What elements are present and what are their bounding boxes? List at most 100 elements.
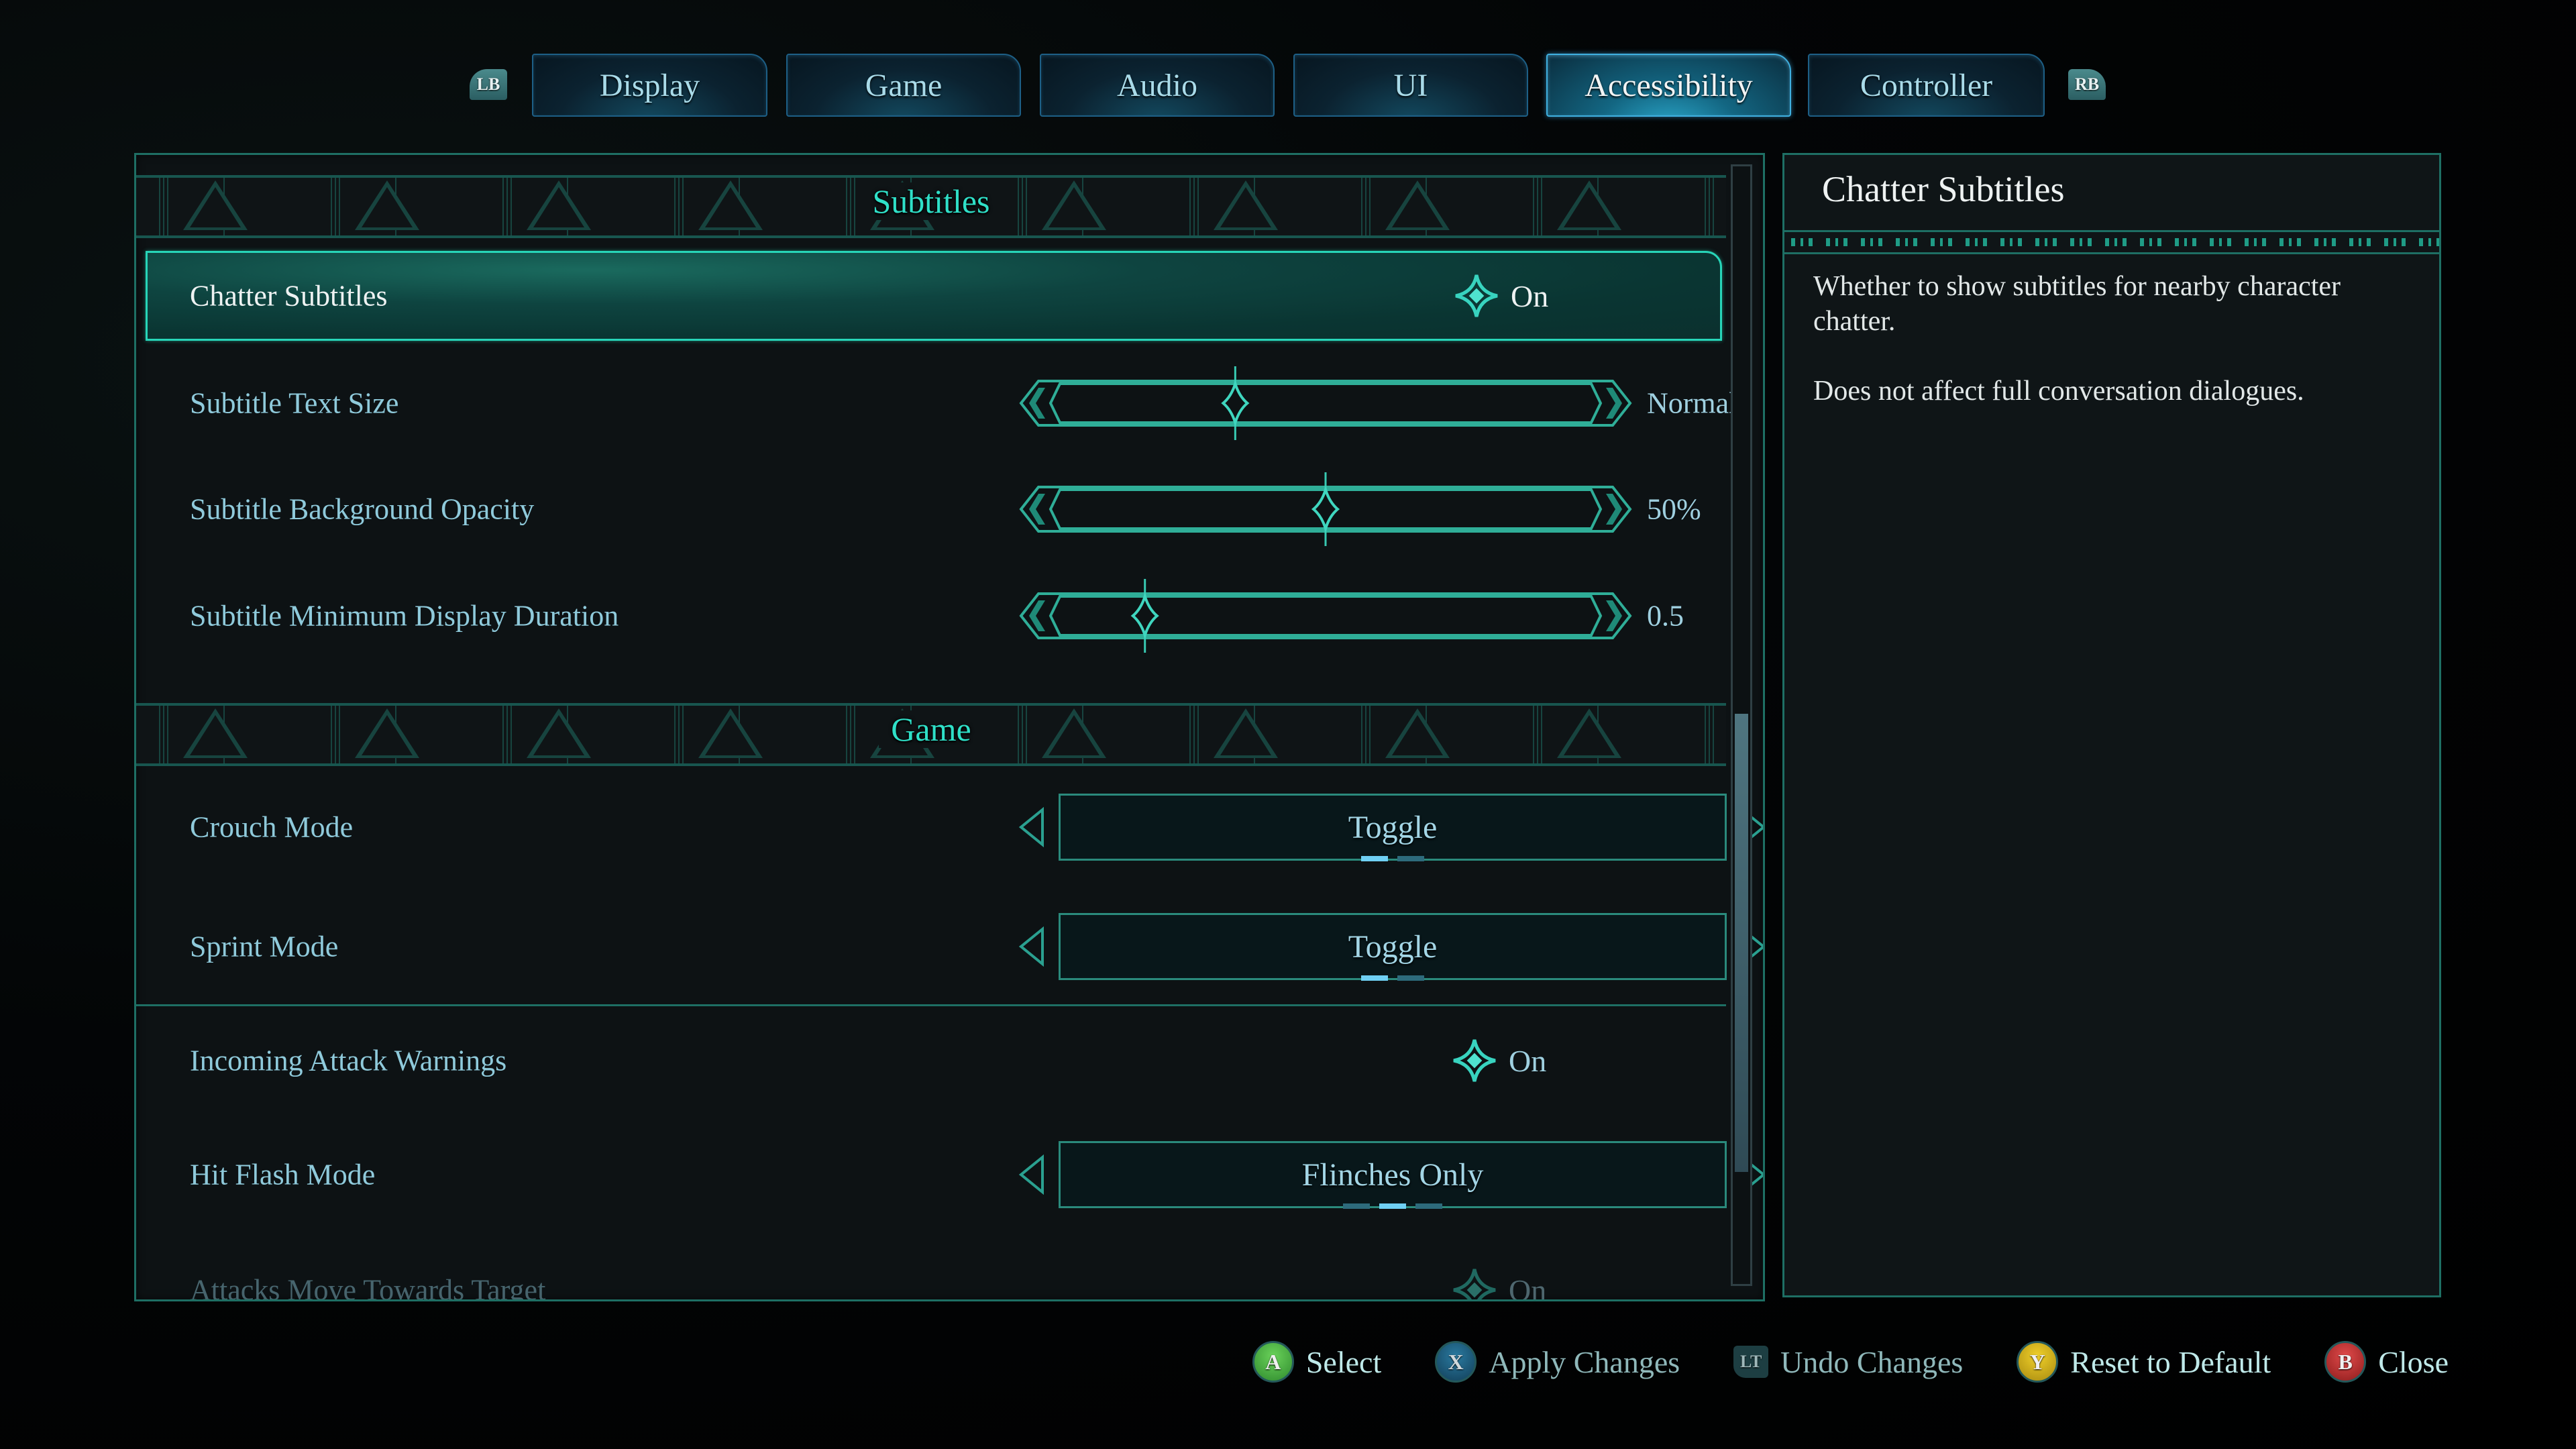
slider-track[interactable]: [1018, 579, 1633, 653]
setting-row-attacks-move-towards-target[interactable]: Attacks Move Towards Target On: [136, 1250, 1726, 1301]
selector-value-box: Toggle: [1059, 794, 1727, 861]
diamond-toggle-icon: [1455, 274, 1498, 317]
section-divider: [136, 1004, 1726, 1006]
arrow-left-icon[interactable]: [1018, 807, 1045, 847]
option-dot: [1343, 1203, 1370, 1209]
toggle-attacks-move-towards-target[interactable]: On: [1451, 1267, 1547, 1301]
diamond-toggle-icon: [1453, 1039, 1496, 1082]
hint-apply-changes[interactable]: X Apply Changes: [1435, 1341, 1680, 1383]
slider-value: 0.5: [1647, 599, 1684, 633]
slider-increase-icon: [1606, 600, 1622, 631]
setting-label: Incoming Attack Warnings: [190, 1044, 507, 1077]
a-button-icon: A: [1252, 1341, 1294, 1383]
setting-row-hit-flash-mode[interactable]: Hit Flash Mode Flinches Only: [136, 1134, 1763, 1215]
y-button-icon: Y: [2017, 1341, 2059, 1383]
slider-subtitle-min-display-duration[interactable]: [1018, 579, 1633, 653]
arrow-left-icon[interactable]: [1018, 1155, 1045, 1195]
decorative-dotted-band: [1784, 230, 2439, 254]
setting-row-subtitle-background-opacity[interactable]: Subtitle Background Opacity 50%: [136, 469, 1726, 549]
settings-scrollbar[interactable]: [1731, 164, 1752, 1286]
scrollbar-thumb[interactable]: [1735, 714, 1748, 1173]
slider-track[interactable]: [1018, 472, 1633, 546]
selector-value: Flinches Only: [1301, 1157, 1484, 1193]
b-button-icon: B: [2324, 1341, 2367, 1383]
diamond-toggle-icon: [1453, 1269, 1496, 1299]
toggle-chatter-subtitles[interactable]: On: [1453, 272, 1548, 319]
description-title: Chatter Subtitles: [1822, 169, 2065, 209]
hint-undo-changes[interactable]: LT Undo Changes: [1733, 1344, 1963, 1380]
hint-label: Apply Changes: [1489, 1344, 1680, 1379]
arrow-left-icon[interactable]: [1018, 926, 1045, 967]
toggle-value: On: [1509, 1273, 1547, 1301]
settings-list-panel: Subtitles Chatter Subtitles On Subtitle …: [134, 153, 1765, 1301]
option-dot: [1379, 1203, 1406, 1209]
x-button-icon: X: [1435, 1341, 1477, 1383]
setting-row-sprint-mode[interactable]: Sprint Mode Toggle: [136, 906, 1763, 987]
description-panel: Chatter Subtitles Whether to show subtit…: [1782, 153, 2441, 1297]
selector-crouch-mode[interactable]: Toggle: [1018, 794, 1763, 861]
setting-row-crouch-mode[interactable]: Crouch Mode Toggle: [136, 787, 1763, 867]
setting-label: Subtitle Text Size: [190, 386, 399, 420]
hint-label: Undo Changes: [1780, 1344, 1964, 1379]
hint-label: Close: [2378, 1344, 2449, 1379]
description-paragraph: Does not affect full conversation dialog…: [1813, 376, 2304, 407]
toggle-value: On: [1511, 278, 1549, 313]
lt-trigger-icon: LT: [1733, 1346, 1769, 1378]
setting-label: Subtitle Minimum Display Duration: [190, 599, 619, 633]
setting-row-incoming-attack-warnings[interactable]: Incoming Attack Warnings On: [136, 1020, 1726, 1101]
setting-row-chatter-subtitles[interactable]: Chatter Subtitles On: [146, 251, 1722, 341]
tab-game[interactable]: Game: [786, 54, 1021, 117]
tab-display[interactable]: Display: [532, 54, 767, 117]
option-indicator: [1061, 1203, 1725, 1209]
hint-reset-to-default[interactable]: Y Reset to Default: [2017, 1341, 2271, 1383]
tab-accessibility[interactable]: Accessibility: [1546, 54, 1791, 117]
slider-value: 50%: [1647, 492, 1701, 526]
selector-value: Toggle: [1348, 809, 1438, 845]
selector-value-box: Toggle: [1059, 913, 1727, 981]
setting-label: Subtitle Background Opacity: [190, 492, 535, 526]
setting-label: Attacks Move Towards Target: [190, 1273, 546, 1301]
selector-value: Toggle: [1348, 928, 1438, 965]
option-dot: [1397, 856, 1424, 861]
description-paragraph: Whether to show subtitles for nearby cha…: [1813, 271, 2341, 337]
section-title-subtitles: Subtitles: [136, 182, 1726, 221]
hint-close[interactable]: B Close: [2324, 1341, 2449, 1383]
setting-row-subtitle-text-size[interactable]: Subtitle Text Size Normal: [136, 363, 1737, 443]
tab-ui[interactable]: UI: [1293, 54, 1528, 117]
hint-label: Select: [1305, 1344, 1382, 1379]
section-title-game: Game: [136, 710, 1726, 749]
option-dot: [1361, 856, 1388, 861]
selector-value-box: Flinches Only: [1059, 1141, 1727, 1209]
tab-controller[interactable]: Controller: [1808, 54, 2045, 117]
slider-inner-frame: [1049, 382, 1603, 424]
lb-bumper-icon[interactable]: LB: [470, 69, 507, 100]
toggle-value: On: [1509, 1043, 1547, 1078]
selector-sprint-mode[interactable]: Toggle: [1018, 913, 1763, 981]
setting-label: Chatter Subtitles: [190, 279, 388, 313]
slider-increase-icon: [1606, 388, 1622, 419]
setting-label: Hit Flash Mode: [190, 1158, 376, 1191]
option-indicator: [1061, 975, 1725, 981]
setting-label: Sprint Mode: [190, 930, 339, 963]
option-dot: [1415, 1203, 1442, 1209]
toggle-incoming-attack-warnings[interactable]: On: [1451, 1037, 1546, 1084]
slider-decrease-icon: [1029, 494, 1045, 525]
slider-subtitle-text-size[interactable]: [1018, 366, 1633, 440]
selector-hit-flash-mode[interactable]: Flinches Only: [1018, 1141, 1763, 1209]
hint-select[interactable]: A Select: [1252, 1341, 1381, 1383]
slider-decrease-icon: [1029, 600, 1045, 631]
description-body: Whether to show subtitles for nearby cha…: [1813, 269, 2410, 443]
setting-label: Crouch Mode: [190, 810, 354, 844]
option-indicator: [1061, 856, 1725, 861]
option-dot: [1361, 975, 1388, 981]
slider-increase-icon: [1606, 494, 1622, 525]
rb-bumper-icon[interactable]: RB: [2068, 69, 2106, 100]
setting-row-subtitle-min-display-duration[interactable]: Subtitle Minimum Display Duration 0.5: [136, 576, 1726, 656]
slider-subtitle-background-opacity[interactable]: [1018, 472, 1633, 546]
hint-label: Reset to Default: [2070, 1344, 2271, 1379]
tab-audio[interactable]: Audio: [1040, 54, 1275, 117]
slider-track[interactable]: [1018, 366, 1633, 440]
slider-decrease-icon: [1029, 388, 1045, 419]
footer-button-hints: A Select X Apply Changes LT Undo Changes…: [1252, 1338, 2449, 1385]
option-dot: [1397, 975, 1424, 981]
